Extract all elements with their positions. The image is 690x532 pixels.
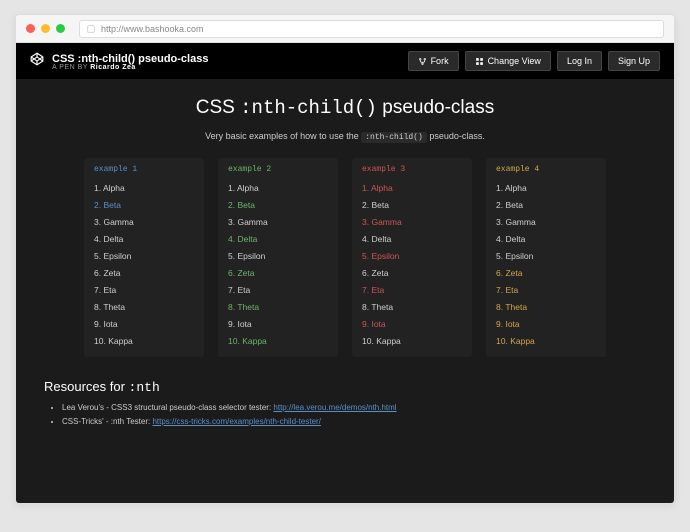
- resources-title: Resources for :nth: [44, 379, 646, 395]
- list-item: Gamma: [228, 213, 328, 230]
- list-item: Gamma: [362, 213, 462, 230]
- list-item: Iota: [94, 315, 194, 332]
- list-item: Kappa: [94, 332, 194, 349]
- url-text: http://www.bashooka.com: [101, 24, 204, 34]
- list-item: Iota: [362, 315, 462, 332]
- example-list: AlphaBetaGammaDeltaEpsilonZetaEtaThetaIo…: [352, 179, 472, 349]
- list-item: Eta: [228, 281, 328, 298]
- codepen-logo-icon: [30, 52, 44, 66]
- list-item: Epsilon: [362, 247, 462, 264]
- list-item: Epsilon: [94, 247, 194, 264]
- example-list: AlphaBetaGammaDeltaEpsilonZetaEtaThetaIo…: [486, 179, 606, 349]
- list-item: Zeta: [362, 264, 462, 281]
- example-title: example 3: [352, 158, 472, 179]
- fork-icon: [418, 57, 427, 66]
- list-item: Beta: [362, 196, 462, 213]
- list-item: Alpha: [94, 179, 194, 196]
- list-item: Alpha: [362, 179, 462, 196]
- close-dot[interactable]: [26, 24, 35, 33]
- browser-window: http://www.bashooka.com CSS :nth-child()…: [15, 14, 675, 504]
- list-item: Zeta: [496, 264, 596, 281]
- list-item: Alpha: [496, 179, 596, 196]
- list-item: Zeta: [94, 264, 194, 281]
- signup-button[interactable]: Sign Up: [608, 51, 660, 71]
- pen-author[interactable]: Ricardo Zea: [90, 64, 136, 71]
- page-icon: [86, 24, 96, 34]
- list-item: Eta: [94, 281, 194, 298]
- example-list: AlphaBetaGammaDeltaEpsilonZetaEtaThetaIo…: [84, 179, 204, 349]
- example-list: AlphaBetaGammaDeltaEpsilonZetaEtaThetaIo…: [218, 179, 338, 349]
- example-col-2: example 2 AlphaBetaGammaDeltaEpsilonZeta…: [218, 158, 338, 357]
- list-item: Theta: [496, 298, 596, 315]
- example-title: example 4: [486, 158, 606, 179]
- list-item: Delta: [94, 230, 194, 247]
- list-item: Iota: [228, 315, 328, 332]
- example-col-1: example 1 AlphaBetaGammaDeltaEpsilonZeta…: [84, 158, 204, 357]
- fork-button[interactable]: Fork: [408, 51, 459, 71]
- resources-list: Lea Verou's - CSS3 structural pseudo-cla…: [44, 403, 646, 426]
- example-title: example 2: [218, 158, 338, 179]
- list-item: Epsilon: [228, 247, 328, 264]
- examples-row: example 1 AlphaBetaGammaDeltaEpsilonZeta…: [44, 158, 646, 357]
- minimize-dot[interactable]: [41, 24, 50, 33]
- change-view-button[interactable]: Change View: [465, 51, 551, 71]
- example-col-4: example 4 AlphaBetaGammaDeltaEpsilonZeta…: [486, 158, 606, 357]
- page-title: CSS :nth-child() pseudo-class: [44, 97, 646, 119]
- resources-section: Resources for :nth Lea Verou's - CSS3 st…: [44, 379, 646, 426]
- list-item: Theta: [362, 298, 462, 315]
- page-content: CSS :nth-child() pseudo-class A PEN BY R…: [16, 43, 674, 503]
- list-item: Kappa: [228, 332, 328, 349]
- codepen-header: CSS :nth-child() pseudo-class A PEN BY R…: [16, 43, 674, 79]
- resource-link[interactable]: http://lea.verou.me/demos/nth.html: [273, 403, 396, 412]
- list-item: Theta: [94, 298, 194, 315]
- url-bar[interactable]: http://www.bashooka.com: [79, 20, 664, 38]
- login-button[interactable]: Log In: [557, 51, 602, 71]
- list-item: Gamma: [496, 213, 596, 230]
- browser-chrome: http://www.bashooka.com: [16, 15, 674, 43]
- grid-icon: [475, 57, 484, 66]
- list-item: Delta: [228, 230, 328, 247]
- list-item: Delta: [362, 230, 462, 247]
- list-item: Theta: [228, 298, 328, 315]
- list-item: Alpha: [228, 179, 328, 196]
- list-item: Kappa: [496, 332, 596, 349]
- example-col-3: example 3 AlphaBetaGammaDeltaEpsilonZeta…: [352, 158, 472, 357]
- resource-link[interactable]: https://css-tricks.com/examples/nth-chil…: [152, 417, 321, 426]
- list-item: Zeta: [228, 264, 328, 281]
- resource-item: Lea Verou's - CSS3 structural pseudo-cla…: [62, 403, 646, 412]
- list-item: Epsilon: [496, 247, 596, 264]
- page-description: Very basic examples of how to use the :n…: [44, 131, 646, 142]
- example-title: example 1: [84, 158, 204, 179]
- list-item: Beta: [496, 196, 596, 213]
- maximize-dot[interactable]: [56, 24, 65, 33]
- list-item: Iota: [496, 315, 596, 332]
- list-item: Delta: [496, 230, 596, 247]
- list-item: Gamma: [94, 213, 194, 230]
- list-item: Beta: [94, 196, 194, 213]
- resource-item: CSS-Tricks' - :nth Tester: https://css-t…: [62, 417, 646, 426]
- list-item: Eta: [362, 281, 462, 298]
- list-item: Beta: [228, 196, 328, 213]
- list-item: Kappa: [362, 332, 462, 349]
- list-item: Eta: [496, 281, 596, 298]
- pen-author-line: A PEN BY Ricardo Zea: [52, 64, 208, 71]
